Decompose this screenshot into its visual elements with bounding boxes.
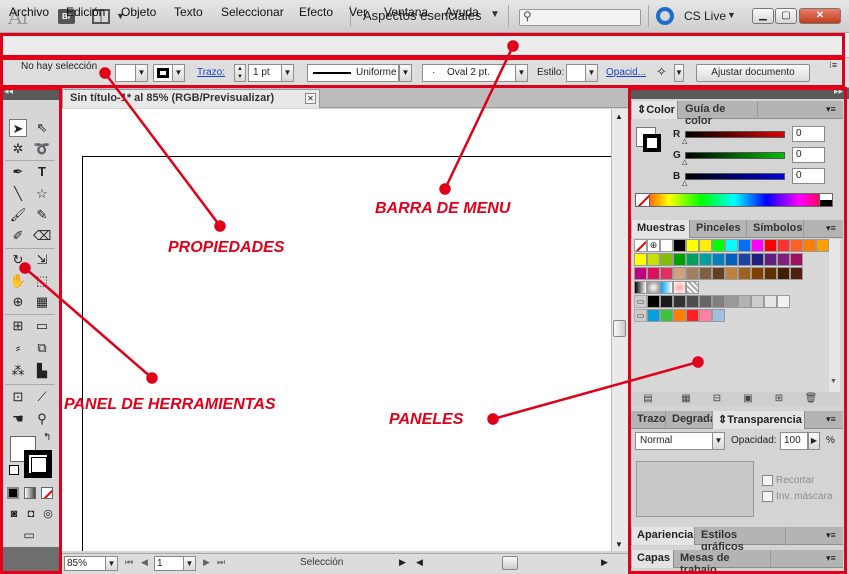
properties-pointer <box>104 72 221 227</box>
pointer-dot <box>99 67 111 79</box>
pointer-dot <box>487 413 499 425</box>
pointer-dot <box>214 220 226 232</box>
pointer-dot <box>507 40 519 52</box>
pointer-dot <box>692 356 704 368</box>
tools-pointer <box>24 267 153 379</box>
pointer-dot <box>146 372 158 384</box>
none-color-swatch[interactable] <box>635 193 650 207</box>
annotation-menu-bar: BARRA DE MENU <box>375 200 511 217</box>
annotation-panels: PANELES <box>389 411 464 428</box>
panels-pointer <box>492 360 699 421</box>
pointer-dot <box>19 262 31 274</box>
annotation-arrows <box>19 40 704 425</box>
pointer-dot <box>439 183 451 195</box>
menu-bar-pointer <box>443 45 515 190</box>
annotation-properties: PROPIEDADES <box>168 239 285 256</box>
annotation-tools-panel: PANEL DE HERRAMIENTAS <box>64 396 276 413</box>
